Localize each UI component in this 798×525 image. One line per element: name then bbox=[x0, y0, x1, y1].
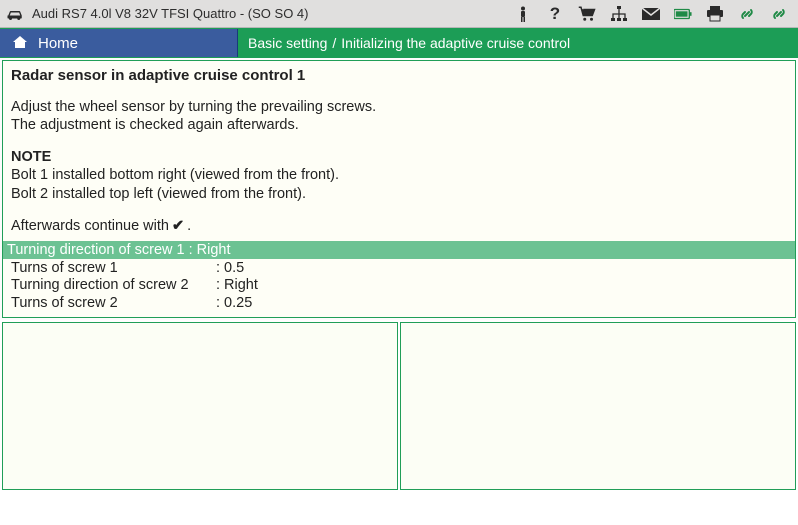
continue-prefix: Afterwards continue with bbox=[11, 217, 169, 235]
values-table: Turns of screw 1: 0.5Turning direction o… bbox=[11, 260, 787, 313]
breadcrumb-part-a[interactable]: Basic setting bbox=[248, 35, 327, 51]
vehicle-title: Audi RS7 4.0l V8 32V TFSI Quattro - (SO … bbox=[32, 6, 309, 21]
highlight-band: Turning direction of screw 1 : Right bbox=[3, 241, 795, 259]
toolbar-icons: ? bbox=[514, 5, 792, 23]
note-line-1: Bolt 1 installed bottom right (viewed fr… bbox=[11, 166, 787, 184]
car-icon bbox=[6, 7, 24, 21]
note-block: NOTE Bolt 1 installed bottom right (view… bbox=[11, 148, 787, 202]
row-value: Right bbox=[224, 277, 258, 295]
breadcrumb-sep: / bbox=[332, 35, 336, 51]
note-line-2: Bolt 2 installed top left (viewed from t… bbox=[11, 185, 787, 203]
instruction-line-1: Adjust the wheel sensor by turning the p… bbox=[11, 98, 787, 116]
row-key: Turns of screw 1 bbox=[11, 260, 216, 278]
breadcrumb: Basic setting / Initializing the adaptiv… bbox=[238, 29, 798, 57]
content-area: Radar sensor in adaptive cruise control … bbox=[0, 58, 798, 320]
top-toolbar: Audi RS7 4.0l V8 32V TFSI Quattro - (SO … bbox=[0, 0, 798, 28]
mail-icon[interactable] bbox=[642, 5, 660, 23]
battery-icon[interactable] bbox=[674, 5, 692, 23]
bottom-pane-right bbox=[400, 322, 796, 490]
bottom-panes bbox=[0, 320, 798, 492]
continue-suffix: . bbox=[187, 217, 191, 235]
link-green-2-icon[interactable] bbox=[770, 5, 788, 23]
vehicle-title-group: Audi RS7 4.0l V8 32V TFSI Quattro - (SO … bbox=[6, 6, 506, 21]
row-key: Turning direction of screw 2 bbox=[11, 277, 216, 295]
link-green-1-icon[interactable] bbox=[738, 5, 756, 23]
tree-icon[interactable] bbox=[610, 5, 628, 23]
row-colon: : bbox=[216, 277, 220, 295]
breadcrumb-part-b[interactable]: Initializing the adaptive cruise control bbox=[341, 35, 570, 51]
continue-line: Afterwards continue with ✔ . bbox=[11, 217, 787, 235]
check-icon: ✔ bbox=[172, 217, 184, 235]
table-row: Turns of screw 1: 0.5 bbox=[11, 260, 787, 278]
panel-heading: Radar sensor in adaptive cruise control … bbox=[11, 67, 787, 84]
row-value: 0.5 bbox=[224, 260, 244, 278]
row-key: Turns of screw 2 bbox=[11, 295, 216, 313]
instruction-panel: Radar sensor in adaptive cruise control … bbox=[2, 60, 796, 318]
instruction-line-2: The adjustment is checked again afterwar… bbox=[11, 116, 787, 134]
nav-row: Home Basic setting / Initializing the ad… bbox=[0, 28, 798, 58]
row-value: 0.25 bbox=[224, 295, 252, 313]
bottom-pane-left bbox=[2, 322, 398, 490]
home-label: Home bbox=[38, 35, 78, 52]
note-label: NOTE bbox=[11, 148, 787, 166]
row-colon: : bbox=[216, 295, 220, 313]
table-row: Turns of screw 2: 0.25 bbox=[11, 295, 787, 313]
home-icon bbox=[12, 34, 28, 53]
instruction-block: Adjust the wheel sensor by turning the p… bbox=[11, 98, 787, 134]
home-button[interactable]: Home bbox=[0, 29, 238, 57]
help-icon[interactable]: ? bbox=[546, 5, 564, 23]
print-icon[interactable] bbox=[706, 5, 724, 23]
table-row: Turning direction of screw 2: Right bbox=[11, 277, 787, 295]
cart-icon[interactable] bbox=[578, 5, 596, 23]
person-icon[interactable] bbox=[514, 5, 532, 23]
row-colon: : bbox=[216, 260, 220, 278]
